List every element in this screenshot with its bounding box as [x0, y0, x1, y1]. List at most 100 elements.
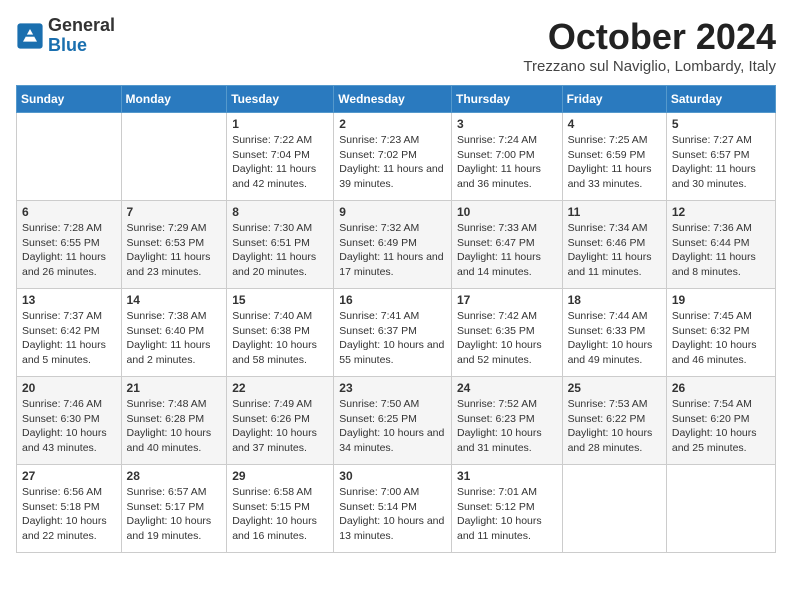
day-cell: 3 Sunrise: 7:24 AMSunset: 7:00 PMDaylight…	[451, 113, 562, 201]
day-cell	[666, 465, 775, 553]
week-row-3: 13Sunrise: 7:37 AMSunset: 6:42 PMDayligh…	[17, 289, 776, 377]
weekday-header-wednesday: Wednesday	[334, 86, 452, 113]
day-number: 12	[672, 205, 770, 219]
weekday-row: SundayMondayTuesdayWednesdayThursdayFrid…	[17, 86, 776, 113]
day-info: Sunrise: 7:41 AMSunset: 6:37 PMDaylight:…	[339, 309, 446, 368]
day-number: 24	[457, 381, 557, 395]
weekday-header-friday: Friday	[562, 86, 666, 113]
day-cell: 4Sunrise: 7:25 AMSunset: 6:59 PMDaylight…	[562, 113, 666, 201]
day-info: Sunrise: 7:46 AMSunset: 6:30 PMDaylight:…	[22, 397, 116, 456]
day-number: 13	[22, 293, 116, 307]
week-row-1: 1 Sunrise: 7:22 AMSunset: 7:04 PMDaylight…	[17, 113, 776, 201]
day-number: 18	[568, 293, 661, 307]
calendar-table: SundayMondayTuesdayWednesdayThursdayFrid…	[16, 85, 776, 553]
day-number: 25	[568, 381, 661, 395]
day-info: Sunrise: 7:22 AMSunset: 7:04 PMDaylight:…	[232, 133, 328, 192]
logo-icon	[16, 22, 44, 50]
day-cell: 6 Sunrise: 7:28 AMSunset: 6:55 PMDaylight…	[17, 201, 122, 289]
day-cell: 17Sunrise: 7:42 AMSunset: 6:35 PMDayligh…	[451, 289, 562, 377]
day-cell: 14Sunrise: 7:38 AMSunset: 6:40 PMDayligh…	[121, 289, 227, 377]
weekday-header-saturday: Saturday	[666, 86, 775, 113]
weekday-header-tuesday: Tuesday	[227, 86, 334, 113]
day-info: Sunrise: 7:00 AMSunset: 5:14 PMDaylight:…	[339, 485, 446, 544]
day-number: 15	[232, 293, 328, 307]
day-info: Sunrise: 7:33 AMSunset: 6:47 PMDaylight:…	[457, 221, 557, 280]
day-cell: 12Sunrise: 7:36 AMSunset: 6:44 PMDayligh…	[666, 201, 775, 289]
day-info: Sunrise: 7:23 AMSunset: 7:02 PMDaylight:…	[339, 133, 446, 192]
day-info: Sunrise: 7:38 AMSunset: 6:40 PMDaylight:…	[127, 309, 222, 368]
day-info: Sunrise: 7:24 AMSunset: 7:00 PMDaylight:…	[457, 133, 557, 192]
day-info: Sunrise: 7:28 AMSunset: 6:55 PMDaylight:…	[22, 221, 116, 280]
logo-blue: Blue	[48, 36, 115, 56]
day-cell: 16 Sunrise: 7:41 AMSunset: 6:37 PMDayligh…	[334, 289, 452, 377]
title-area: October 2024 Trezzano sul Naviglio, Lomb…	[523, 16, 776, 75]
calendar-header: SundayMondayTuesdayWednesdayThursdayFrid…	[17, 86, 776, 113]
location-subtitle: Trezzano sul Naviglio, Lombardy, Italy	[523, 58, 776, 75]
day-number: 28	[127, 469, 222, 483]
day-cell: 7Sunrise: 7:29 AMSunset: 6:53 PMDaylight…	[121, 201, 227, 289]
day-cell: 31Sunrise: 7:01 AMSunset: 5:12 PMDayligh…	[451, 465, 562, 553]
day-info: Sunrise: 6:56 AMSunset: 5:18 PMDaylight:…	[22, 485, 116, 544]
day-number: 29	[232, 469, 328, 483]
day-info: Sunrise: 7:45 AMSunset: 6:32 PMDaylight:…	[672, 309, 770, 368]
day-cell: 13Sunrise: 7:37 AMSunset: 6:42 PMDayligh…	[17, 289, 122, 377]
weekday-header-monday: Monday	[121, 86, 227, 113]
day-number: 31	[457, 469, 557, 483]
day-number: 23	[339, 381, 446, 395]
day-info: Sunrise: 7:49 AMSunset: 6:26 PMDaylight:…	[232, 397, 328, 456]
month-title: October 2024	[523, 16, 776, 58]
day-cell	[121, 113, 227, 201]
day-number: 20	[22, 381, 116, 395]
week-row-2: 6 Sunrise: 7:28 AMSunset: 6:55 PMDaylight…	[17, 201, 776, 289]
logo-general: General	[48, 16, 115, 36]
day-number: 21	[127, 381, 222, 395]
logo: General Blue	[16, 16, 115, 56]
week-row-4: 20 Sunrise: 7:46 AMSunset: 6:30 PMDayligh…	[17, 377, 776, 465]
day-info: Sunrise: 7:52 AMSunset: 6:23 PMDaylight:…	[457, 397, 557, 456]
day-info: Sunrise: 6:58 AMSunset: 5:15 PMDaylight:…	[232, 485, 328, 544]
week-row-5: 27 Sunrise: 6:56 AMSunset: 5:18 PMDayligh…	[17, 465, 776, 553]
day-cell: 29 Sunrise: 6:58 AMSunset: 5:15 PMDayligh…	[227, 465, 334, 553]
weekday-header-sunday: Sunday	[17, 86, 122, 113]
weekday-header-thursday: Thursday	[451, 86, 562, 113]
day-number: 3	[457, 117, 557, 131]
day-info: Sunrise: 6:57 AMSunset: 5:17 PMDaylight:…	[127, 485, 222, 544]
day-number: 6	[22, 205, 116, 219]
day-cell: 11Sunrise: 7:34 AMSunset: 6:46 PMDayligh…	[562, 201, 666, 289]
day-number: 4	[568, 117, 661, 131]
day-info: Sunrise: 7:48 AMSunset: 6:28 PMDaylight:…	[127, 397, 222, 456]
day-number: 30	[339, 469, 446, 483]
logo-text: General Blue	[48, 16, 115, 56]
day-info: Sunrise: 7:27 AMSunset: 6:57 PMDaylight:…	[672, 133, 770, 192]
day-info: Sunrise: 7:44 AMSunset: 6:33 PMDaylight:…	[568, 309, 661, 368]
day-cell: 30 Sunrise: 7:00 AMSunset: 5:14 PMDayligh…	[334, 465, 452, 553]
day-number: 19	[672, 293, 770, 307]
day-number: 9	[339, 205, 446, 219]
day-number: 27	[22, 469, 116, 483]
day-cell: 15Sunrise: 7:40 AMSunset: 6:38 PMDayligh…	[227, 289, 334, 377]
day-number: 22	[232, 381, 328, 395]
calendar-body: 1 Sunrise: 7:22 AMSunset: 7:04 PMDaylight…	[17, 113, 776, 553]
day-number: 8	[232, 205, 328, 219]
day-info: Sunrise: 7:53 AMSunset: 6:22 PMDaylight:…	[568, 397, 661, 456]
day-cell: 8 Sunrise: 7:30 AMSunset: 6:51 PMDaylight…	[227, 201, 334, 289]
day-number: 16	[339, 293, 446, 307]
page-header: General Blue October 2024 Trezzano sul N…	[16, 16, 776, 75]
day-cell: 9 Sunrise: 7:32 AMSunset: 6:49 PMDaylight…	[334, 201, 452, 289]
day-number: 1	[232, 117, 328, 131]
day-info: Sunrise: 7:54 AMSunset: 6:20 PMDaylight:…	[672, 397, 770, 456]
day-cell	[17, 113, 122, 201]
day-cell: 24 Sunrise: 7:52 AMSunset: 6:23 PMDayligh…	[451, 377, 562, 465]
day-number: 7	[127, 205, 222, 219]
day-cell	[562, 465, 666, 553]
day-info: Sunrise: 7:32 AMSunset: 6:49 PMDaylight:…	[339, 221, 446, 280]
day-cell: 1 Sunrise: 7:22 AMSunset: 7:04 PMDaylight…	[227, 113, 334, 201]
day-number: 10	[457, 205, 557, 219]
day-cell: 26 Sunrise: 7:54 AMSunset: 6:20 PMDayligh…	[666, 377, 775, 465]
day-cell: 28 Sunrise: 6:57 AMSunset: 5:17 PMDayligh…	[121, 465, 227, 553]
day-cell: 20 Sunrise: 7:46 AMSunset: 6:30 PMDayligh…	[17, 377, 122, 465]
day-cell: 22 Sunrise: 7:49 AMSunset: 6:26 PMDayligh…	[227, 377, 334, 465]
day-info: Sunrise: 7:30 AMSunset: 6:51 PMDaylight:…	[232, 221, 328, 280]
day-number: 26	[672, 381, 770, 395]
day-cell: 19 Sunrise: 7:45 AMSunset: 6:32 PMDayligh…	[666, 289, 775, 377]
